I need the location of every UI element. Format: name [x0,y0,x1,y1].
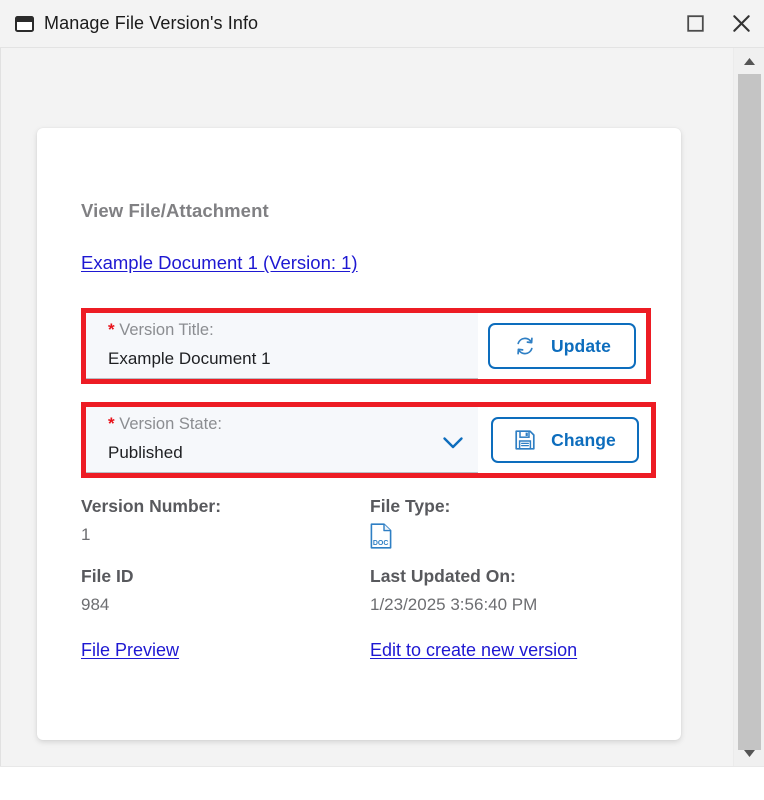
page-scroll-container: View File/Attachment Example Document 1 … [0,48,764,766]
update-button[interactable]: Update [488,323,636,369]
detail-file-type: File Type: DOC [370,496,450,549]
save-icon [513,428,537,452]
version-title-field-group: * Version Title: Example Document 1 Upda… [81,308,651,384]
file-version-card: View File/Attachment Example Document 1 … [37,128,681,740]
scrollbar-thumb[interactable] [738,74,761,750]
version-title-input[interactable]: * Version Title: Example Document 1 [86,313,478,379]
maximize-icon[interactable] [672,1,718,47]
page-title: View File/Attachment [81,200,269,221]
document-version-link[interactable]: Example Document 1 (Version: 1) [81,252,358,274]
detail-label: File Type: [370,496,451,516]
detail-version-number: Version Number: 1 [81,496,221,545]
detail-value: 984 [81,595,110,614]
window-bottom-area [0,766,764,800]
detail-last-updated-on: Last Updated On: 1/23/2025 3:56:40 PM [370,566,537,615]
version-title-label-text: Version Title: [119,321,214,339]
scroll-down-arrow-icon[interactable] [734,740,764,766]
version-state-value: Published [108,442,183,462]
close-icon[interactable] [718,1,764,47]
version-title-label: * Version Title: [108,320,478,340]
svg-text:DOC: DOC [373,540,389,547]
window-title: Manage File Version's Info [44,13,259,33]
refresh-icon [513,334,537,358]
doc-file-icon: DOC [370,523,392,549]
detail-label: File ID [81,566,134,586]
scroll-up-arrow-icon[interactable] [734,48,764,74]
version-state-field-group: * Version State: Published Change [81,402,656,478]
version-state-label-text: Version State: [119,415,222,433]
window-titlebar: Manage File Version's Info [0,0,764,48]
required-marker: * [108,320,115,339]
update-button-wrap: Update [478,313,646,379]
detail-label: Version Number: [81,496,222,516]
version-title-value: Example Document 1 [108,348,271,368]
required-marker: * [108,414,115,433]
detail-value: 1 [81,525,91,544]
detail-label: Last Updated On: [370,566,516,586]
edit-new-version-link[interactable]: Edit to create new version [370,640,577,661]
app-window: Manage File Version's Info View File/Att… [0,0,764,800]
chevron-down-icon[interactable] [442,435,464,451]
file-preview-link[interactable]: File Preview [81,640,179,661]
vertical-scrollbar[interactable] [733,48,764,766]
change-button-wrap: Change [478,407,651,473]
change-button-label: Change [551,429,616,450]
version-state-select[interactable]: * Version State: Published [86,407,478,473]
detail-value: 1/23/2025 3:56:40 PM [370,595,538,614]
version-state-label: * Version State: [108,414,478,434]
detail-file-id: File ID 984 [81,566,134,615]
window-restore-icon [14,14,34,34]
update-button-label: Update [551,335,611,356]
change-button[interactable]: Change [490,417,639,463]
